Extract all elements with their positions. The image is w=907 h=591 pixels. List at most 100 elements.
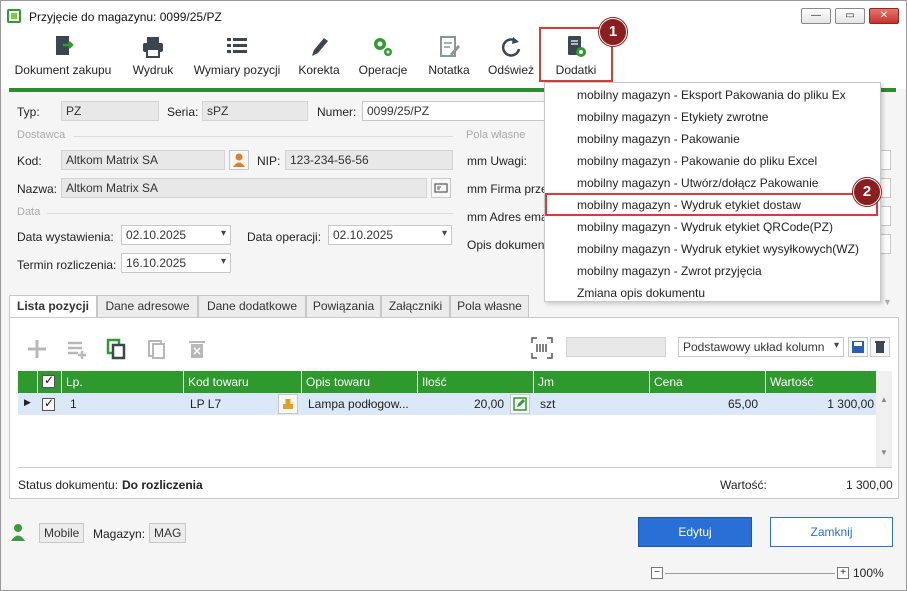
contractor-select-button[interactable]	[229, 150, 249, 170]
mobile-tag[interactable]: Mobile	[39, 523, 85, 543]
toolbar-wymiary-pozycji[interactable]: Wymiary pozycji	[191, 31, 283, 85]
status-value: Do rozliczenia	[122, 478, 203, 492]
col-wartosc[interactable]: Wartość	[766, 371, 882, 393]
data-wystawienia-field[interactable]: 02.10.2025	[121, 225, 231, 245]
kod-field[interactable]: Altkom Matrix SA	[61, 150, 225, 170]
typ-field: PZ	[61, 101, 159, 121]
nip-field[interactable]: 123-234-56-56	[285, 150, 453, 170]
maximize-button[interactable]: ▭	[835, 8, 865, 24]
menu-item-eksport-pakowania[interactable]: mobilny magazyn - Eksport Pakowania do p…	[545, 84, 880, 106]
toolbar-odswiez[interactable]: Odśwież	[485, 31, 537, 85]
data-operacji-field[interactable]: 02.10.2025	[328, 225, 452, 245]
toolbar-korekta[interactable]: Korekta	[295, 31, 343, 85]
row-checkbox[interactable]	[42, 396, 55, 411]
magazyn-value[interactable]: MAG	[149, 523, 187, 543]
scroll-down-icon[interactable]: ▼	[876, 448, 892, 457]
grid-header-indicator	[18, 371, 38, 393]
menu-item-zwrot-przyjecia[interactable]: mobilny magazyn - Zwrot przyjęcia	[545, 260, 880, 282]
magazyn-label: Magazyn:	[93, 527, 146, 541]
table-row[interactable]: ▶ 1 LP L7 Lampa podłogow... 20,00 szt 65…	[18, 393, 892, 415]
edit-quantity-button[interactable]	[510, 394, 530, 414]
col-kod-towaru[interactable]: Kod towaru	[184, 371, 302, 393]
col-jm[interactable]: Jm	[534, 371, 650, 393]
toolbar-wydruk[interactable]: Wydruk	[127, 31, 179, 85]
termin-field[interactable]: 16.10.2025	[121, 253, 231, 273]
menu-item-zmiana-opis[interactable]: Zmiana opis dokumentu	[545, 282, 880, 304]
toolbar-dokument-zakupu[interactable]: Dokument zakupu	[11, 31, 115, 85]
document-export-icon	[50, 35, 76, 59]
termin-label: Termin rozliczenia:	[17, 258, 117, 272]
address-card-button[interactable]	[431, 178, 451, 198]
copy-icon[interactable]	[106, 338, 128, 360]
data-section: Data	[17, 206, 41, 218]
refresh-icon	[498, 35, 524, 59]
grid-header: Lp. Kod towaru Opis towaru Ilość Jm Cena…	[18, 371, 892, 393]
nip-label: NIP:	[257, 154, 281, 168]
wartosc-value: 1 300,00	[846, 478, 893, 492]
mm-adres-label: mm Adres ema	[467, 210, 548, 224]
zamknij-button[interactable]: Zamknij	[770, 517, 893, 547]
window-title: Przyjęcie do magazynu: 0099/25/PZ	[29, 10, 222, 24]
nazwa-label: Nazwa:	[17, 182, 58, 196]
cell-opis: Lampa podłogow...	[308, 397, 409, 411]
save-layout-button[interactable]	[848, 337, 868, 357]
col-opis-towaru[interactable]: Opis towaru	[302, 371, 418, 393]
app-basket-icon	[7, 9, 21, 23]
add-icon[interactable]	[26, 338, 48, 360]
menu-item-utworz-pakowanie[interactable]: mobilny magazyn - Utwórz/dołącz Pakowani…	[545, 172, 880, 194]
zoom-in-button[interactable]: +	[837, 567, 849, 579]
highlight-wydruk-etykiet-dostaw	[545, 193, 878, 216]
save-icon	[852, 341, 864, 353]
minimize-button[interactable]: —	[801, 8, 831, 24]
seria-label: Seria:	[167, 105, 199, 119]
data-wystawienia-label: Data wystawienia:	[17, 230, 114, 244]
col-cena[interactable]: Cena	[650, 371, 766, 393]
product-details-button[interactable]	[278, 394, 298, 414]
zoom-out-button[interactable]: −	[651, 567, 663, 579]
paste-icon[interactable]	[146, 338, 168, 360]
select-all-checkbox[interactable]	[42, 373, 55, 388]
seria-field: sPZ	[202, 101, 308, 121]
tab-dane-adresowe[interactable]: Dane adresowe	[97, 295, 198, 317]
toolbar-notatka[interactable]: Notatka	[423, 31, 475, 85]
data-separator	[47, 213, 453, 214]
grid-header-select-all[interactable]	[38, 371, 62, 393]
col-ilosc[interactable]: Ilość	[418, 371, 534, 393]
zoom-slider[interactable]	[665, 573, 835, 574]
delete-icon[interactable]	[186, 338, 208, 360]
toolbar-operacje[interactable]: Operacje	[355, 31, 411, 85]
grid-scrollbar[interactable]: ▲ ▼	[876, 371, 892, 467]
typ-label: Typ:	[17, 105, 40, 119]
barcode-scan-icon[interactable]	[530, 336, 554, 360]
scan-input[interactable]	[566, 337, 666, 357]
dostawca-separator	[73, 136, 453, 137]
numer-field[interactable]: 0099/25/PZ	[362, 101, 546, 121]
add-list-icon[interactable]	[66, 338, 88, 360]
col-lp[interactable]: Lp.	[62, 371, 184, 393]
menu-scroll-down-icon[interactable]: ▼	[883, 297, 892, 307]
wartosc-label: Wartość:	[720, 478, 767, 492]
menu-item-pakowanie-excel[interactable]: mobilny magazyn - Pakowanie do pliku Exc…	[545, 150, 880, 172]
menu-item-pakowanie[interactable]: mobilny magazyn - Pakowanie	[545, 128, 880, 150]
tab-lista-pozycji[interactable]: Lista pozycji	[9, 295, 97, 318]
menu-item-wydruk-wysylkowych[interactable]: mobilny magazyn - Wydruk etykiet wysyłko…	[545, 238, 880, 260]
opis-dokumentu-label: Opis dokumen	[467, 238, 545, 252]
scroll-up-icon[interactable]: ▲	[876, 395, 892, 404]
close-button[interactable]: ✕	[869, 8, 899, 24]
layout-select[interactable]: Podstawowy układ kolumn	[678, 337, 844, 357]
tab-powiazania[interactable]: Powiązania	[306, 295, 381, 317]
printer-icon	[140, 35, 166, 59]
tab-zalaczniki[interactable]: Załączniki	[381, 295, 450, 317]
cell-cena: 65,00	[727, 397, 758, 411]
kod-label: Kod:	[17, 154, 42, 168]
cell-jm: szt	[540, 397, 556, 411]
card-icon	[434, 183, 448, 193]
delete-layout-button[interactable]	[870, 337, 890, 357]
annotation-badge-1: 1	[599, 18, 627, 46]
nazwa-field[interactable]: Altkom Matrix SA	[61, 178, 427, 198]
tab-pola-wlasne[interactable]: Pola własne	[450, 295, 529, 317]
tab-dane-dodatkowe[interactable]: Dane dodatkowe	[198, 295, 306, 317]
edytuj-button[interactable]: Edytuj	[638, 517, 752, 547]
menu-item-wydruk-qrcode[interactable]: mobilny magazyn - Wydruk etykiet QRCode(…	[545, 216, 880, 238]
menu-item-etykiety-zwrotne[interactable]: mobilny magazyn - Etykiety zwrotne	[545, 106, 880, 128]
